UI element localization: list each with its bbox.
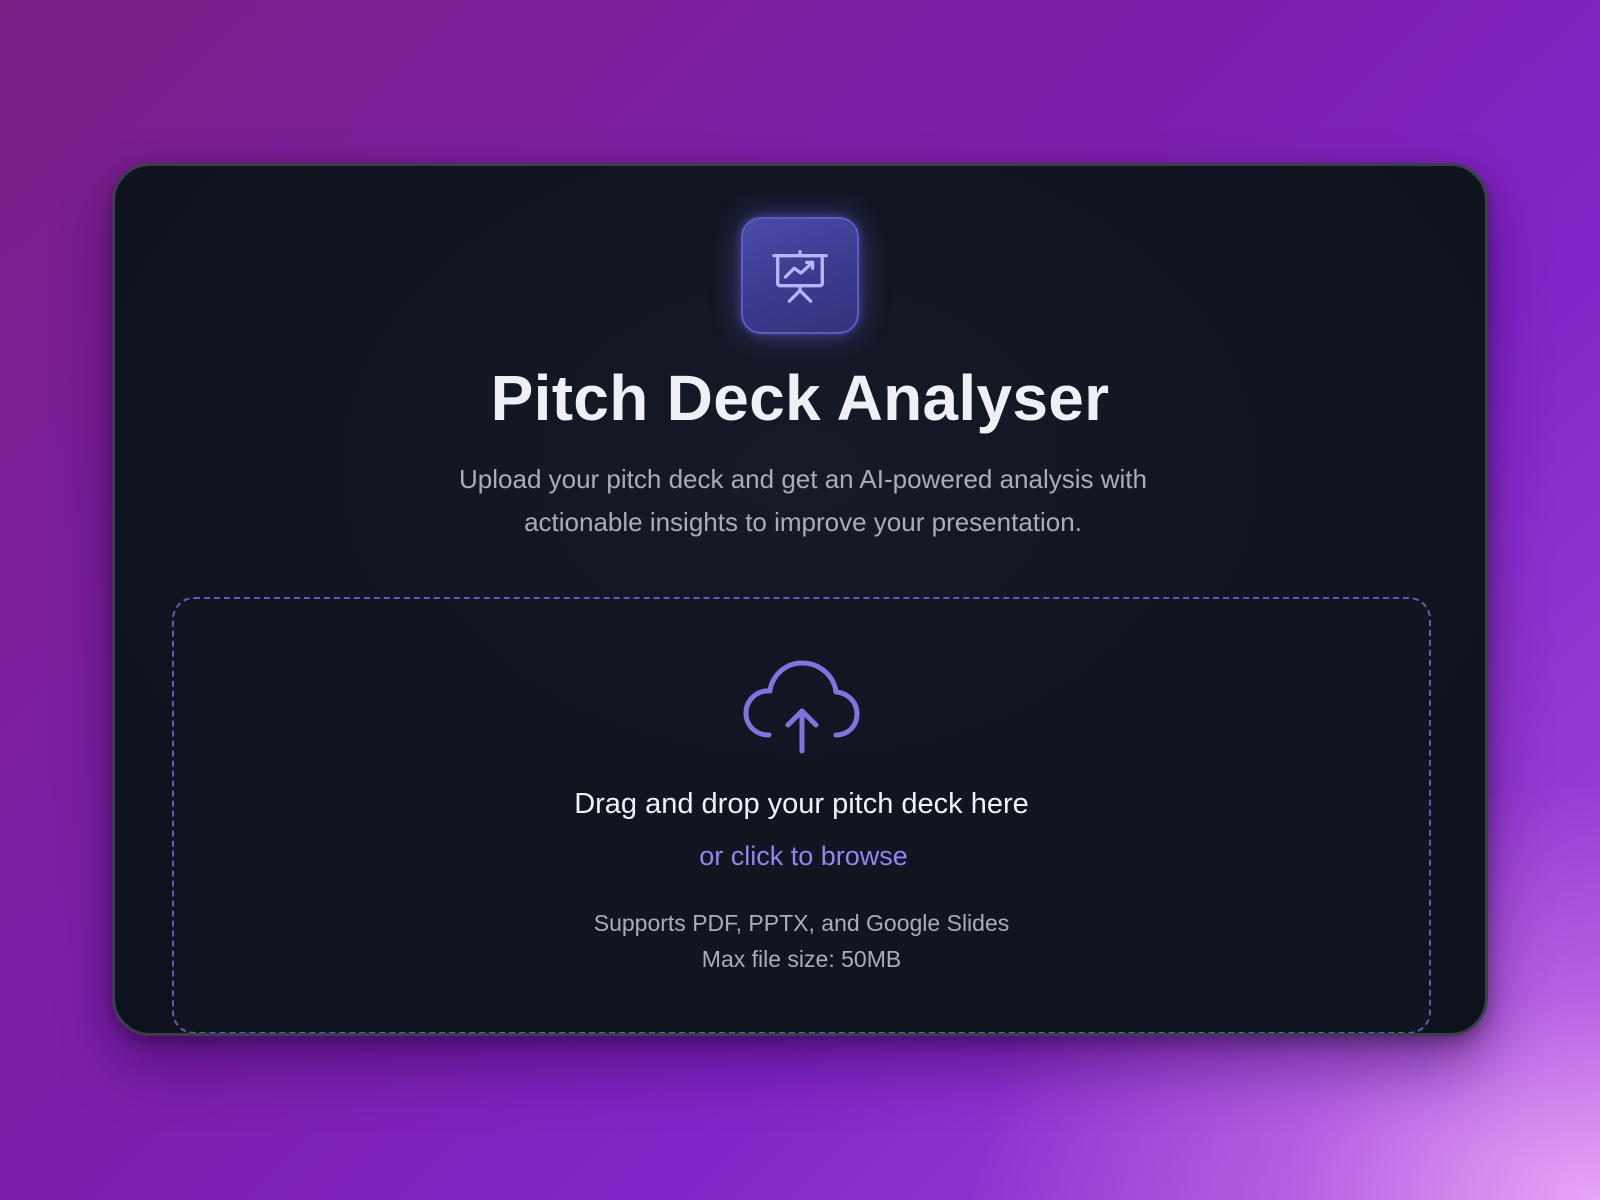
file-requirements: Supports PDF, PPTX, and Google Slides Ma…: [174, 905, 1429, 977]
page-title: Pitch Deck Analyser: [490, 362, 1110, 434]
main-card: Pitch Deck Analyser Upload your pitch de…: [112, 163, 1488, 1036]
file-dropzone[interactable]: Drag and drop your pitch deck here or cl…: [172, 597, 1431, 1033]
max-file-size-text: Max file size: 50MB: [701, 946, 902, 972]
cloud-upload-icon: [743, 660, 860, 754]
presentation-chart-icon: [772, 249, 828, 303]
dropzone-prompt: Drag and drop your pitch deck here: [574, 788, 1029, 820]
supported-formats-text: Supports PDF, PPTX, and Google Slides: [593, 910, 1010, 936]
page-subtitle: Upload your pitch deck and get an AI-pow…: [459, 464, 1147, 537]
browse-files-link[interactable]: or click to browse: [674, 839, 933, 873]
app-logo: [741, 217, 859, 334]
